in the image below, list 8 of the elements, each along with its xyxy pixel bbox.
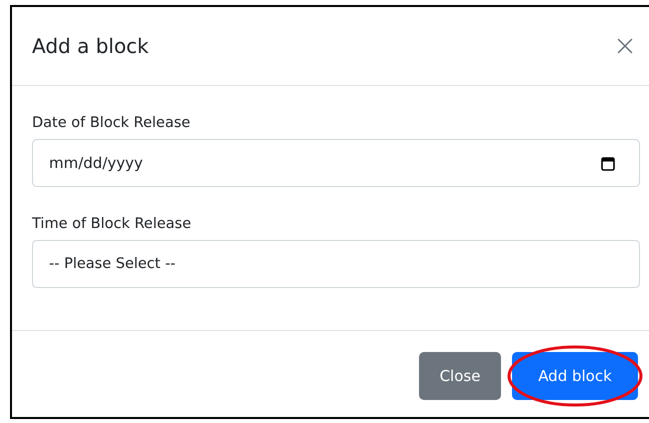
field-label: Time of Block Release (32, 215, 192, 234)
field-label: Date of Block Release (32, 114, 192, 133)
date-field[interactable]: mm/dd/yyyy (32, 139, 640, 187)
select-field[interactable]: -- Please Select -- (32, 240, 640, 288)
calendar-icon[interactable] (601, 156, 615, 171)
close-button[interactable]: Close (419, 352, 501, 400)
add-button[interactable]: Add block (512, 352, 638, 400)
modal-title: Add a block (32, 34, 149, 58)
